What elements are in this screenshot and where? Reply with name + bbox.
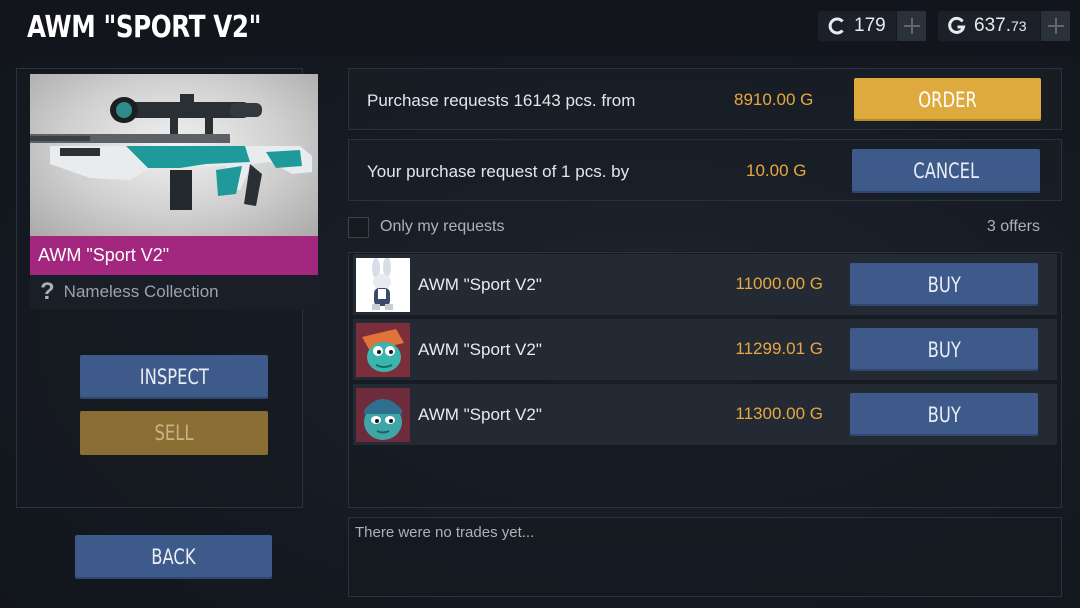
purchase-requests-price: 8910.00 G [734,90,814,109]
offer-price: 11299.01 G [735,339,823,358]
buy-button-label: BUY [927,337,961,362]
buy-button[interactable]: BUY [850,328,1038,371]
gold-coin-icon [946,16,968,36]
seller-avatar [356,323,410,377]
gold-balance-cents: 73 [1010,18,1027,34]
sell-button[interactable]: SELL [80,411,268,455]
offer-item-name: AWM "Sport V2" [418,340,542,359]
inspect-button[interactable]: INSPECT [80,355,268,399]
order-button[interactable]: ORDER [854,78,1041,121]
purchase-requests-label: Purchase requests 16143 pcs. from [367,91,636,110]
silver-coin-icon [826,16,848,36]
inspect-button-label: INSPECT [139,365,209,389]
gold-balance: 637.73 [974,15,1027,37]
add-silver-button[interactable] [896,11,926,41]
buy-button-label: BUY [927,402,961,427]
trade-history-panel: There were no trades yet... [348,517,1062,597]
item-collection: ? Nameless Collection [30,275,318,309]
offer-price: 11300.00 G [735,404,823,423]
item-image [30,74,318,236]
only-my-requests-checkbox[interactable] [348,217,369,238]
offers-count: 3 offers [986,218,1040,235]
my-request-label: Your purchase request of 1 pcs. by [367,162,630,181]
offer-row: AWM "Sport V2" 11000.00 G BUY [353,254,1057,315]
add-gold-button[interactable] [1040,11,1070,41]
sell-button-label: SELL [154,421,194,445]
buy-button[interactable]: BUY [850,393,1038,436]
my-request-price: 10.00 G [746,161,807,180]
only-my-requests-label: Only my requests [380,218,505,235]
seller-avatar [356,258,410,312]
item-name-banner: AWM "Sport V2" [30,236,318,275]
trade-history-text: There were no trades yet... [355,524,535,541]
collection-name: Nameless Collection [63,282,219,301]
plus-icon [1047,18,1064,34]
offer-row: AWM "Sport V2" 11300.00 G BUY [353,384,1057,445]
purchase-requests-row: Purchase requests 16143 pcs. from 8910.0… [348,68,1062,130]
page-title: AWM "SPORT V2" [27,10,262,45]
cancel-button[interactable]: CANCEL [852,149,1040,193]
seller-avatar [356,388,410,442]
cancel-button-label: CANCEL [913,159,979,183]
buy-button[interactable]: BUY [850,263,1038,306]
offer-item-name: AWM "Sport V2" [418,405,542,424]
plus-icon [903,18,920,34]
offer-row: AWM "Sport V2" 11299.01 G BUY [353,319,1057,380]
buy-button-label: BUY [927,272,961,297]
offer-item-name: AWM "Sport V2" [418,275,542,294]
back-button-label: BACK [151,545,196,569]
back-button[interactable]: BACK [75,535,272,579]
silver-balance: 179 [854,15,886,36]
gold-balance-main: 637. [974,15,1011,36]
gold-currency: 637.73 [938,11,1070,41]
offer-price: 11000.00 G [735,274,823,293]
my-request-row: Your purchase request of 1 pcs. by 10.00… [348,139,1062,201]
order-button-label: ORDER [918,87,977,112]
silver-currency: 179 [818,11,926,41]
question-mark-icon: ? [40,278,55,305]
